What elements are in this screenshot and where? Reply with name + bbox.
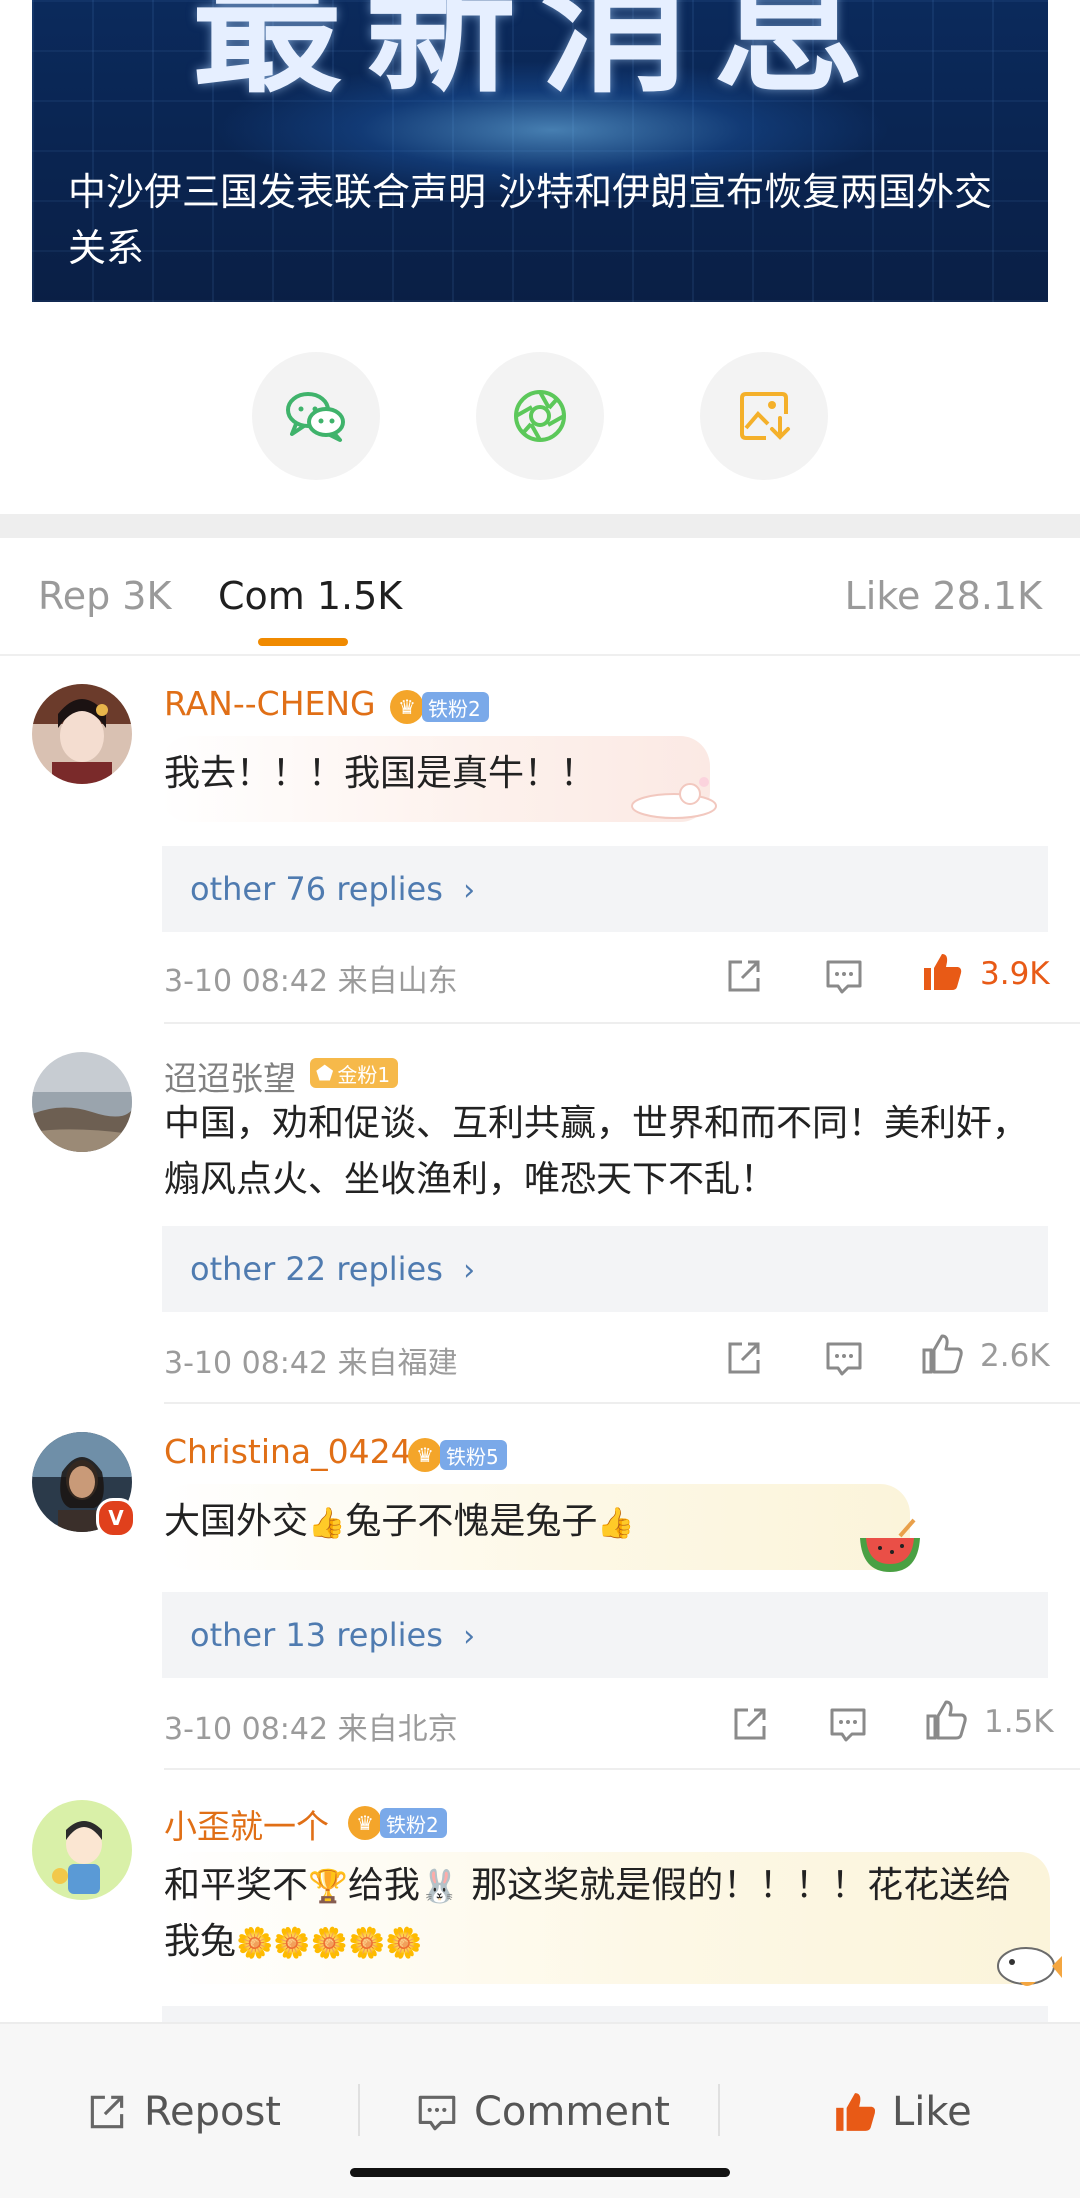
more-replies-label: other 22 replies xyxy=(190,1250,443,1288)
crown-icon: ♛ xyxy=(390,690,424,724)
news-banner[interactable]: 最新消息 中沙伊三国发表联合声明 沙特和伊朗宣布恢复两国外交关系 xyxy=(32,0,1048,302)
more-replies-link[interactable]: other 76 replies › xyxy=(162,846,1048,932)
comment-text: 我去！！！我国是真牛！！ xyxy=(164,753,597,794)
share-wechat-button[interactable] xyxy=(252,352,380,480)
comment-icon xyxy=(418,2095,456,2131)
comment-text-part: 兔子不愧是兔子 xyxy=(345,1501,598,1542)
more-replies-label: other 13 replies xyxy=(190,1616,443,1654)
more-replies-label: other 76 replies xyxy=(190,870,443,908)
comment-meta: 3-10 08:42 来自福建 xyxy=(164,1346,458,1381)
rabbit-emoji-icon: 🐰 xyxy=(419,1867,460,1905)
username[interactable]: 迢迢张望 xyxy=(164,1052,296,1100)
comment-text-part: 给我 xyxy=(347,1865,420,1906)
comment-separator xyxy=(164,1402,1080,1404)
crown-icon: ♛ xyxy=(348,1806,382,1840)
verified-badge-icon: V xyxy=(96,1498,136,1538)
gem-icon: ⬟ xyxy=(316,1061,334,1085)
watermelon-sticker-icon xyxy=(860,1518,920,1572)
share-comment-icon[interactable] xyxy=(722,954,766,998)
fan-badge: ⬟ 金粉1 xyxy=(310,1058,399,1088)
banner-title: 最新消息 xyxy=(191,0,888,114)
share-comment-icon[interactable] xyxy=(728,1702,772,1746)
comment-text-part: 大国外交 xyxy=(164,1501,309,1542)
like-icon[interactable] xyxy=(920,1332,964,1376)
like-count: 1.5K xyxy=(984,1704,1054,1740)
username[interactable]: Christina_0424 xyxy=(164,1432,412,1471)
tab-comments[interactable]: Com 1.5K xyxy=(218,574,402,618)
fan-badge-label: 金粉1 xyxy=(337,1062,391,1087)
chevron-right-icon: › xyxy=(463,873,476,908)
comment-meta: 3-10 08:42 来自山东 xyxy=(164,964,458,999)
repost-icon xyxy=(90,2095,124,2129)
avatar[interactable] xyxy=(32,1052,132,1152)
tab-bar: Rep 3K Com 1.5K Like 28.1K xyxy=(0,538,1080,656)
trophy-emoji-icon: 🏆 xyxy=(308,1867,348,1905)
like-icon xyxy=(836,2093,876,2131)
comment-text: 和平奖不🏆给我🐰 那这奖就是假的！！！！花花送给我兔🌼🌼🌼🌼🌼 xyxy=(164,1858,1030,1972)
share-comment-icon[interactable] xyxy=(722,1336,766,1380)
fan-badge: 铁粉2 xyxy=(422,692,489,722)
tab-reposts[interactable]: Rep 3K xyxy=(38,574,171,618)
crown-icon: ♛ xyxy=(408,1438,442,1472)
comment-button[interactable]: Comment xyxy=(414,2070,670,2154)
reply-icon[interactable] xyxy=(826,1702,870,1746)
comment-meta: 3-10 08:42 来自北京 xyxy=(164,1712,458,1747)
bar-divider xyxy=(718,2084,720,2136)
like-label: Like xyxy=(892,2089,972,2135)
moments-icon xyxy=(514,390,566,442)
chevron-right-icon: › xyxy=(463,1253,476,1288)
home-indicator xyxy=(350,2168,730,2177)
like-icon[interactable] xyxy=(924,1698,968,1742)
save-image-button[interactable] xyxy=(700,352,828,480)
fan-badge: 铁粉5 xyxy=(440,1440,507,1470)
more-replies-link[interactable]: other 22 replies › xyxy=(162,1226,1048,1312)
save-image-icon xyxy=(740,392,790,440)
username[interactable]: 小歪就一个 xyxy=(164,1800,329,1848)
avatar[interactable] xyxy=(32,1800,132,1900)
thumbs-up-emoji-icon: 👍 xyxy=(597,1506,635,1541)
reply-icon[interactable] xyxy=(822,1336,866,1380)
avatar[interactable] xyxy=(32,684,132,784)
banner-headline: 中沙伊三国发表联合声明 沙特和伊朗宣布恢复两国外交关系 xyxy=(68,170,993,270)
like-icon[interactable] xyxy=(920,950,964,994)
fan-badge: 铁粉2 xyxy=(380,1808,447,1838)
fish-sticker-icon xyxy=(997,1947,1062,1986)
like-button[interactable]: Like xyxy=(832,2070,972,2154)
reply-icon[interactable] xyxy=(822,954,866,998)
section-divider xyxy=(0,514,1080,538)
flower-emoji-icon: 🌼🌼🌼🌼🌼 xyxy=(236,1926,423,1961)
comment-text-part: 和平奖不 xyxy=(164,1865,309,1906)
share-row xyxy=(0,352,1080,480)
repost-label: Repost xyxy=(144,2089,281,2135)
active-tab-indicator xyxy=(258,638,348,646)
comment-separator xyxy=(164,1768,1080,1770)
wechat-icon xyxy=(286,392,345,442)
comment-label: Comment xyxy=(474,2089,670,2135)
like-count: 3.9K xyxy=(980,956,1050,992)
tab-likes[interactable]: Like 28.1K xyxy=(845,574,1042,618)
thumbs-up-emoji-icon: 👍 xyxy=(308,1506,346,1541)
share-moments-button[interactable] xyxy=(476,352,604,480)
comment-text: 中国，劝和促谈、互利共赢，世界和而不同！美利奸，煽风点火、坐收渔利，唯恐天下不乱… xyxy=(164,1103,1029,1200)
username[interactable]: RAN--CHENG xyxy=(164,684,376,723)
repost-button[interactable]: Repost xyxy=(84,2070,281,2154)
bar-divider xyxy=(358,2084,360,2136)
like-count: 2.6K xyxy=(980,1338,1050,1374)
comment-separator xyxy=(164,1022,1080,1024)
chevron-right-icon: › xyxy=(463,1619,476,1654)
more-replies-link[interactable]: other 13 replies › xyxy=(162,1592,1048,1678)
